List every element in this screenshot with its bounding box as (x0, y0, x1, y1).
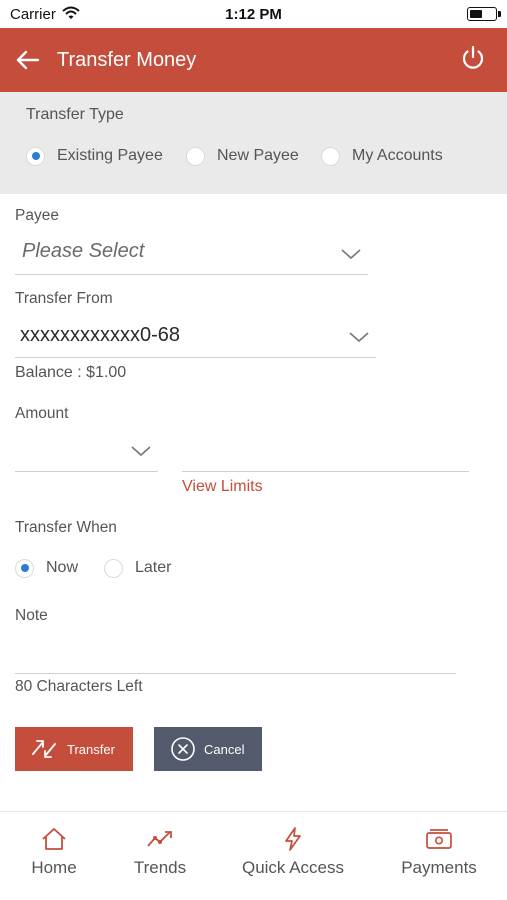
chevron-down-icon[interactable] (340, 247, 362, 261)
radio-label: Now (46, 559, 79, 576)
tab-payments[interactable]: Payments (388, 812, 490, 900)
page-title: Transfer Money (57, 49, 197, 71)
battery-icon (467, 7, 501, 21)
currency-underline (15, 471, 158, 472)
characters-left-text: 80 Characters Left (15, 678, 143, 695)
tab-home[interactable]: Home (4, 812, 104, 900)
transfer-arrows-icon (29, 734, 59, 764)
note-input[interactable] (15, 640, 456, 672)
tab-label: Home (31, 858, 77, 877)
radio-new-payee[interactable]: New Payee (186, 146, 299, 166)
tab-label: Quick Access (241, 858, 345, 877)
transfer-from-label: Transfer From (15, 290, 113, 307)
radio-label: Existing Payee (57, 147, 163, 164)
radio-later[interactable]: Later (104, 558, 171, 578)
radio-button[interactable] (321, 146, 340, 166)
balance-text: Balance : $1.00 (15, 364, 127, 381)
chevron-down-icon[interactable] (348, 330, 370, 344)
status-bar: Carrier 1:12 PM (0, 0, 507, 28)
radio-my-accounts[interactable]: My Accounts (321, 146, 443, 166)
tab-label: Payments (401, 858, 477, 877)
clock-time: 1:12 PM (225, 6, 282, 23)
transfer-from-select[interactable]: xxxxxxxxxxxx0-68 (20, 324, 180, 347)
tab-quick-access[interactable]: Quick Access (230, 812, 356, 900)
radio-button[interactable] (15, 558, 34, 578)
cancel-button[interactable]: Cancel (154, 727, 262, 771)
close-circle-icon (170, 736, 196, 762)
lightning-icon (279, 826, 307, 852)
transfer-type-label: Transfer Type (26, 106, 124, 123)
home-icon (40, 826, 68, 852)
transfer-when-label: Transfer When (15, 519, 117, 536)
amount-underline (182, 471, 469, 472)
radio-existing-payee[interactable]: Existing Payee (26, 146, 163, 166)
power-icon[interactable] (459, 44, 487, 72)
radio-label: Later (135, 559, 172, 576)
payee-select[interactable]: Please Select (22, 240, 144, 263)
tab-label: Trends (133, 858, 187, 877)
transfer-button[interactable]: Transfer (15, 727, 133, 771)
trends-icon (146, 826, 174, 852)
cancel-button-label: Cancel (204, 741, 245, 757)
transfer-button-label: Transfer (67, 741, 115, 757)
radio-label: New Payee (217, 147, 299, 164)
amount-label: Amount (15, 405, 69, 422)
amount-input[interactable] (182, 440, 469, 470)
app-header: Transfer Money (0, 28, 507, 92)
tab-trends[interactable]: Trends (110, 812, 210, 900)
note-label: Note (15, 607, 48, 624)
note-underline (15, 673, 456, 674)
radio-now[interactable]: Now (15, 558, 78, 578)
transfer-type-panel: Transfer Type Existing Payee New Payee M… (0, 92, 507, 194)
radio-button[interactable] (26, 146, 45, 166)
bottom-tab-bar: Home Trends Quick Access Payments (0, 811, 507, 900)
payee-label: Payee (15, 207, 59, 224)
radio-button[interactable] (104, 558, 123, 578)
back-arrow-icon[interactable] (14, 45, 44, 75)
radio-button[interactable] (186, 146, 205, 166)
chevron-down-icon[interactable] (130, 444, 152, 458)
transfer-from-underline (15, 357, 376, 358)
payments-icon (425, 826, 453, 852)
payee-underline (15, 274, 368, 275)
radio-label: My Accounts (352, 147, 443, 164)
view-limits-link[interactable]: View Limits (182, 478, 263, 496)
